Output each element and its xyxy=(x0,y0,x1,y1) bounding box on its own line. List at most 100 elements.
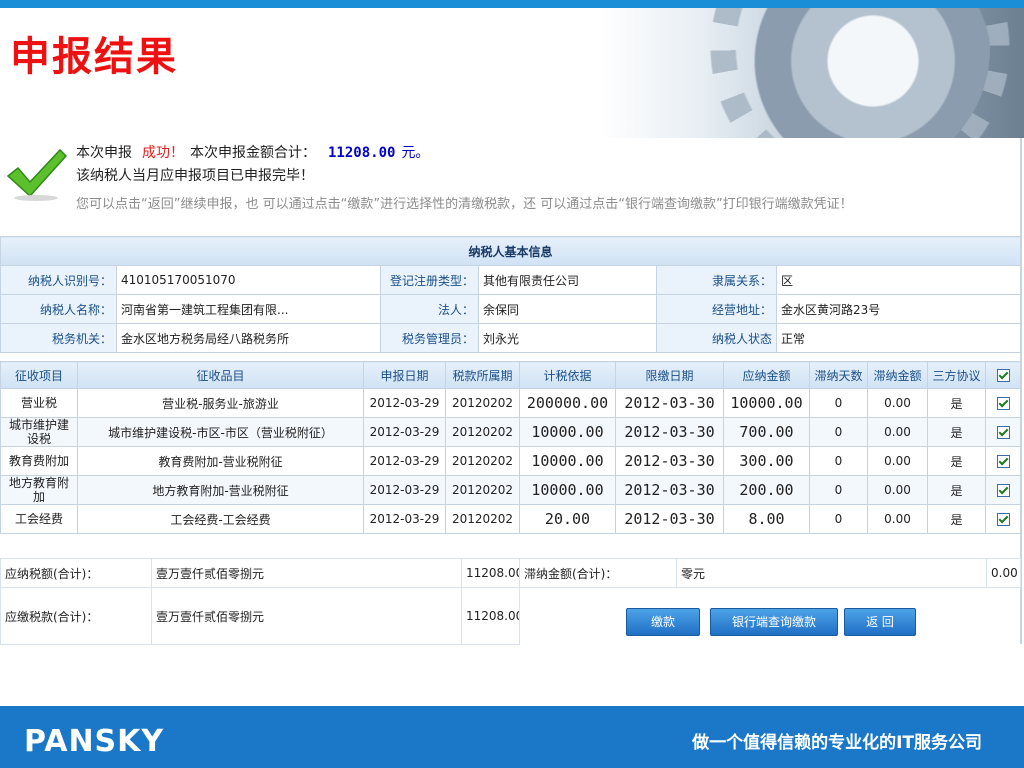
cell-deadline: 2012-03-30 xyxy=(615,388,724,418)
result-message: 本次申报 成功！ 本次申报金额合计： 11208.00 元。 xyxy=(76,142,429,162)
cell-project: 营业税 xyxy=(0,388,78,418)
col-late-fee: 滞纳金额 xyxy=(867,361,928,389)
cell-period: 20120202 xyxy=(445,417,520,447)
cell-basis: 10000.00 xyxy=(519,446,616,476)
paid-amount: 11208.00 xyxy=(461,587,520,645)
completion-message: 该纳税人当月应申报项目已申报完毕！ xyxy=(76,168,314,184)
tax-manager-label: 税务管理员： xyxy=(380,323,479,353)
cell-item: 教育费附加-营业税附征 xyxy=(77,446,364,476)
taxpayer-id-label: 纳税人识别号： xyxy=(0,265,117,295)
cell-deadline: 2012-03-30 xyxy=(615,475,724,505)
col-deadline: 限缴日期 xyxy=(615,361,724,389)
cell-tripartite: 是 xyxy=(927,504,986,534)
col-item: 征收品目 xyxy=(77,361,364,389)
cell-project: 工会经费 xyxy=(0,504,78,534)
cell-period: 20120202 xyxy=(445,475,520,505)
late-fee-label: 滞纳金额(合计)： xyxy=(519,558,677,588)
cell-amount: 200.00 xyxy=(723,475,810,505)
total-amount: 11208.00 xyxy=(328,145,396,161)
message-mid: 本次申报金额合计： xyxy=(190,145,316,161)
gear-banner-image xyxy=(600,8,1024,138)
cell-project: 城市维护建设税 xyxy=(0,417,78,447)
table-row: 地方教育附加 地方教育附加-营业税附征 2012-03-29 20120202 … xyxy=(0,475,1021,505)
late-fee-words: 零元 xyxy=(676,558,987,588)
pay-button[interactable]: 缴款 xyxy=(626,608,700,636)
bank-query-button[interactable]: 银行端查询缴款 xyxy=(710,608,838,636)
cell-basis: 200000.00 xyxy=(519,388,616,418)
reg-type-value: 其他有限责任公司 xyxy=(478,265,657,295)
cell-period: 20120202 xyxy=(445,504,520,534)
cell-item: 营业税-服务业-旅游业 xyxy=(77,388,364,418)
affiliation-value: 区 xyxy=(775,265,1022,295)
cell-item: 工会经费-工会经费 xyxy=(77,504,364,534)
cell-tripartite: 是 xyxy=(927,417,986,447)
top-accent-bar xyxy=(0,0,1024,8)
status-text: 成功！ xyxy=(142,145,184,161)
taxpayer-info-table: 纳税人基本信息 纳税人识别号： 410105170051070 登记注册类型： … xyxy=(0,236,1022,353)
table-row: 工会经费 工会经费-工会经费 2012-03-29 20120202 20.00… xyxy=(0,504,1021,534)
col-tripartite: 三方协议 xyxy=(927,361,986,389)
success-check-icon xyxy=(6,148,68,201)
cell-late-days: 0 xyxy=(809,388,868,418)
cell-late-fee: 0.00 xyxy=(867,417,928,447)
late-fee-amount: 0.00 xyxy=(986,558,1021,588)
cell-project: 地方教育附加 xyxy=(0,475,78,505)
paid-label: 应缴税款(合计)： xyxy=(0,587,152,645)
cell-late-days: 0 xyxy=(809,417,868,447)
cell-tripartite: 是 xyxy=(927,475,986,505)
table-row: 营业税 营业税-服务业-旅游业 2012-03-29 20120202 2000… xyxy=(0,388,1021,418)
affiliation-label: 隶属关系： xyxy=(656,265,777,295)
taxpayer-name-value: 河南省第一建筑工程集团有限... xyxy=(116,294,381,324)
cell-period: 20120202 xyxy=(445,446,520,476)
cell-deadline: 2012-03-30 xyxy=(615,446,724,476)
select-all-checkbox[interactable] xyxy=(985,361,1021,389)
legal-person-value: 余保同 xyxy=(478,294,657,324)
cell-project: 教育费附加 xyxy=(0,446,78,476)
row-checkbox[interactable] xyxy=(985,475,1021,505)
payable-amount: 11208.00 xyxy=(461,558,520,588)
cell-tripartite: 是 xyxy=(927,446,986,476)
col-basis: 计税依据 xyxy=(519,361,616,389)
reg-type-label: 登记注册类型： xyxy=(380,265,479,295)
col-period: 税款所属期 xyxy=(445,361,520,389)
payable-label: 应纳税额(合计)： xyxy=(0,558,152,588)
payable-words: 壹万壹仟贰佰零捌元 xyxy=(151,558,462,588)
cell-deadline: 2012-03-30 xyxy=(615,417,724,447)
hint-message: 您可以点击“返回”继续申报，也 可以通过点击“缴款”进行选择性的清缴税款，还 可… xyxy=(76,197,853,212)
cell-item: 地方教育附加-营业税附征 xyxy=(77,475,364,505)
taxpayer-state-label: 纳税人状态 xyxy=(656,323,777,353)
page-title: 申报结果 xyxy=(10,34,178,80)
cell-late-fee: 0.00 xyxy=(867,446,928,476)
table-row: 教育费附加 教育费附加-营业税附征 2012-03-29 20120202 10… xyxy=(0,446,1021,476)
cell-amount: 8.00 xyxy=(723,504,810,534)
tax-office-value: 金水区地方税务局经八路税务所 xyxy=(116,323,381,353)
taxpayer-name-label: 纳税人名称： xyxy=(0,294,117,324)
cell-late-days: 0 xyxy=(809,504,868,534)
cell-basis: 10000.00 xyxy=(519,475,616,505)
row-checkbox[interactable] xyxy=(985,446,1021,476)
address-label: 经营地址： xyxy=(656,294,777,324)
cell-period: 20120202 xyxy=(445,388,520,418)
cell-date: 2012-03-29 xyxy=(363,475,446,505)
company-slogan: 做一个值得信赖的专业化的IT服务公司 xyxy=(692,733,982,753)
cell-amount: 300.00 xyxy=(723,446,810,476)
amount-unit: 元。 xyxy=(401,145,430,161)
taxpayer-id-value: 410105170051070 xyxy=(116,265,381,295)
row-checkbox[interactable] xyxy=(985,388,1021,418)
message-prefix: 本次申报 xyxy=(76,145,132,161)
legal-person-label: 法人： xyxy=(380,294,479,324)
declaration-items-table: 征收项目 征收品目 申报日期 税款所属期 计税依据 限缴日期 应纳金额 滞纳天数… xyxy=(0,361,1021,534)
row-checkbox[interactable] xyxy=(985,417,1021,447)
taxpayer-state-value: 正常 xyxy=(775,323,1022,353)
cell-date: 2012-03-29 xyxy=(363,388,446,418)
cell-late-fee: 0.00 xyxy=(867,504,928,534)
cell-date: 2012-03-29 xyxy=(363,446,446,476)
cell-tripartite: 是 xyxy=(927,388,986,418)
cell-deadline: 2012-03-30 xyxy=(615,504,724,534)
col-date: 申报日期 xyxy=(363,361,446,389)
back-button[interactable]: 返 回 xyxy=(844,608,916,636)
row-checkbox[interactable] xyxy=(985,504,1021,534)
section-title: 纳税人基本信息 xyxy=(0,236,1022,266)
cell-date: 2012-03-29 xyxy=(363,417,446,447)
cell-basis: 10000.00 xyxy=(519,417,616,447)
